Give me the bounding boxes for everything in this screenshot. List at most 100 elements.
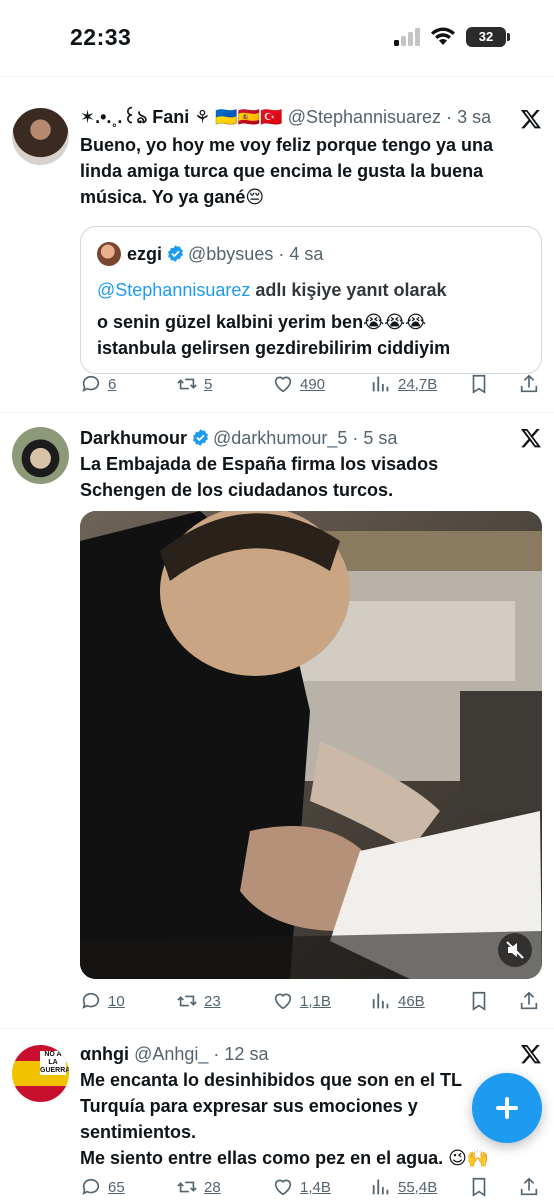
author-handle[interactable]: @Anhgi_ xyxy=(134,1044,208,1064)
tweet-time[interactable]: · 5 sa xyxy=(352,428,397,448)
video-media[interactable] xyxy=(80,511,542,979)
retweet-button[interactable]: 28 xyxy=(176,1173,221,1200)
retweet-count: 23 xyxy=(204,992,221,1010)
author-name[interactable]: ✶.•.˳.꒰ঌ Fani ⚘ 🇺🇦🇪🇸🇹🇷 xyxy=(80,107,283,127)
tweet[interactable]: NO A LA GUERRA αnhgi @Anhgi_ · 12 sa Me … xyxy=(0,1029,554,1200)
reply-context-text: adlı kişiye yanıt olarak xyxy=(250,280,447,300)
reply-context: @Stephannisuarez adlı kişiye yanıt olara… xyxy=(97,277,525,303)
avatar[interactable] xyxy=(12,427,69,484)
like-button[interactable]: 1,1B xyxy=(272,987,331,1015)
author-handle[interactable]: @darkhumour_5 xyxy=(213,428,347,448)
quote-text: o senin güzel kalbini yerim ben😭😭😭 istan… xyxy=(97,312,451,358)
reply-icon xyxy=(82,375,100,392)
tweet-text: Bueno, yo hoy me voy feliz porque tengo … xyxy=(80,135,494,207)
tweet-header: Darkhumour @darkhumour_5 · 5 sa xyxy=(80,425,540,451)
verified-badge-icon xyxy=(193,429,208,446)
reply-button[interactable]: 10 xyxy=(80,987,125,1015)
author-handle[interactable]: @Stephannisuarez xyxy=(288,107,441,127)
x-logo-icon xyxy=(520,429,541,448)
tweet-time[interactable]: · 3 sa xyxy=(446,107,491,127)
retweet-icon xyxy=(177,378,197,390)
retweet-button[interactable]: 23 xyxy=(176,987,221,1015)
retweet-button[interactable]: 5 xyxy=(176,370,212,398)
tweet-actions: 65 28 1,4B 55,4B xyxy=(80,1173,542,1200)
tweet[interactable]: ✶.•.˳.꒰ঌ Fani ⚘ 🇺🇦🇪🇸🇹🇷 @Stephannisuarez … xyxy=(0,94,554,414)
quote-avatar xyxy=(97,242,121,266)
tweet[interactable]: Darkhumour @darkhumour_5 · 5 sa La Embaja… xyxy=(0,413,554,1028)
views-count: 24,7B xyxy=(398,375,438,393)
views-button[interactable]: 46B xyxy=(370,987,425,1015)
bookmark-button[interactable] xyxy=(468,987,490,1015)
avatar[interactable] xyxy=(12,108,69,165)
like-button[interactable]: 490 xyxy=(272,370,325,398)
status-time: 22:33 xyxy=(70,24,132,50)
retweet-count: 5 xyxy=(204,375,213,393)
views-count: 55,4B xyxy=(398,1178,438,1196)
views-icon xyxy=(372,993,389,1009)
quote-time: · 4 sa xyxy=(278,244,324,264)
bookmark-icon xyxy=(472,991,486,1011)
share-button[interactable] xyxy=(518,370,540,398)
share-button[interactable] xyxy=(518,1173,540,1200)
x-logo-icon xyxy=(520,110,541,129)
tweet-text: Me encanta lo desinhibidos que son en el… xyxy=(80,1070,490,1168)
share-icon xyxy=(520,1177,538,1196)
like-count: 1,1B xyxy=(300,992,331,1010)
reply-icon xyxy=(82,1178,100,1195)
views-icon xyxy=(372,376,389,392)
battery-icon: 32 xyxy=(466,27,506,47)
retweet-icon xyxy=(177,1181,197,1193)
retweet-icon xyxy=(177,995,197,1007)
author-name[interactable]: Darkhumour xyxy=(80,428,187,448)
reply-count: 6 xyxy=(108,375,117,393)
reply-button[interactable]: 65 xyxy=(80,1173,125,1200)
divider xyxy=(0,76,554,77)
views-button[interactable]: 24,7B xyxy=(370,370,437,398)
tweet-actions: 10 23 1,1B 46B xyxy=(80,987,542,1015)
tweet-header: ✶.•.˳.꒰ঌ Fani ⚘ 🇺🇦🇪🇸🇹🇷 @Stephannisuarez … xyxy=(80,104,540,130)
bookmark-button[interactable] xyxy=(468,1173,490,1200)
bookmark-icon xyxy=(472,1177,486,1197)
like-count: 1,4B xyxy=(300,1178,331,1196)
reply-count: 10 xyxy=(108,992,125,1010)
views-icon xyxy=(372,1179,389,1195)
author-name[interactable]: αnhgi xyxy=(80,1044,129,1064)
share-icon xyxy=(520,991,538,1010)
quote-author-handle: @bbysues xyxy=(188,244,274,264)
battery-cap xyxy=(507,33,510,41)
heart-icon xyxy=(274,1179,292,1196)
share-button[interactable] xyxy=(518,987,540,1015)
heart-icon xyxy=(274,376,292,393)
tweet-text: La Embajada de España firma los visados … xyxy=(80,454,439,500)
like-count: 490 xyxy=(300,375,326,393)
mute-toggle[interactable] xyxy=(498,933,532,967)
reply-button[interactable]: 6 xyxy=(80,370,116,398)
avatar-badge-text: NO A LA GUERRA xyxy=(40,1051,69,1075)
reply-icon xyxy=(82,992,100,1009)
avatar[interactable]: NO A LA GUERRA xyxy=(12,1045,69,1102)
quote-header: ezgi @bbysues · 4 sa xyxy=(97,241,525,269)
retweet-count: 28 xyxy=(204,1178,221,1196)
reply-mention[interactable]: @Stephannisuarez xyxy=(97,280,250,300)
tweet-header: αnhgi @Anhgi_ · 12 sa xyxy=(80,1041,540,1067)
views-count: 46B xyxy=(398,992,425,1010)
wifi-icon xyxy=(431,27,455,45)
quoted-tweet[interactable]: ezgi @bbysues · 4 sa @Stephannisuarez adl… xyxy=(80,226,542,374)
muted-speaker-icon xyxy=(506,941,524,959)
quote-author-name: ezgi xyxy=(127,244,163,264)
heart-icon xyxy=(274,993,292,1010)
views-button[interactable]: 55,4B xyxy=(370,1173,437,1200)
bookmark-button[interactable] xyxy=(468,370,490,398)
video-frame xyxy=(80,511,542,979)
bookmark-icon xyxy=(472,374,486,394)
tweet-time[interactable]: · 12 sa xyxy=(213,1044,268,1064)
cellular-signal-icon xyxy=(394,28,422,46)
like-button[interactable]: 1,4B xyxy=(272,1173,331,1200)
tweet-actions: 6 5 490 24,7B xyxy=(80,370,542,398)
reply-count: 65 xyxy=(108,1178,125,1196)
x-logo-icon xyxy=(520,1045,541,1064)
status-bar: 22:33 32 xyxy=(0,0,554,76)
verified-badge-icon xyxy=(168,245,183,262)
compose-plus-icon[interactable] xyxy=(472,1073,542,1143)
share-icon xyxy=(520,374,538,393)
